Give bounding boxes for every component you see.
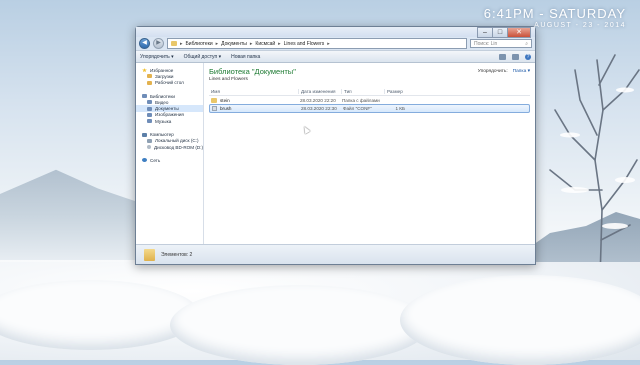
item-count: Элементов: 2	[161, 251, 193, 258]
column-name[interactable]: Имя	[209, 89, 298, 94]
toolbar-right: ?	[499, 53, 531, 60]
file-list-pane: Библиотека "Документы" Lines and Flowers…	[204, 63, 535, 245]
sidebar-item-label: Избранное	[150, 67, 174, 73]
sidebar-item-label: Дисковод BD-ROM (D:)	[154, 144, 203, 150]
file-name-cell: stein	[209, 97, 298, 103]
sidebar-item-label: Библиотеки	[150, 93, 175, 99]
mouse-cursor-icon	[301, 124, 311, 135]
background-mountain	[0, 169, 140, 260]
sidebar-item-desktop[interactable]: Рабочий стол	[136, 80, 203, 86]
file-size: 1 КБ	[395, 106, 405, 111]
file-name: stein	[220, 97, 230, 103]
new-folder-button[interactable]: Новая папка	[231, 54, 260, 60]
folder-icon	[171, 41, 177, 46]
back-button[interactable]: ◀	[139, 38, 150, 49]
sidebar-item-label: Изображения	[155, 112, 184, 118]
network-group: Сеть	[136, 157, 203, 163]
search-input[interactable]: Поиск: Lin ⌕	[470, 39, 532, 48]
snow-mound	[170, 285, 430, 365]
command-toolbar: Упорядочить ▾ Общий доступ ▾ Новая папка…	[136, 50, 535, 63]
favorites-group: Избранное Загрузки Рабочий стол	[136, 67, 203, 86]
chevron-right-icon: ▸	[327, 40, 330, 47]
disc-drive-icon	[147, 145, 152, 150]
breadcrumb-libraries[interactable]: Библиотеки	[186, 41, 213, 47]
title-bar[interactable]: – □ ✕	[136, 27, 535, 38]
file-date: 28.03.2020 22:20	[300, 97, 336, 103]
desktop-folder-icon	[147, 80, 152, 85]
view-options-icon[interactable]	[499, 53, 506, 60]
column-type[interactable]: Тип	[341, 88, 384, 94]
downloads-folder-icon	[147, 74, 152, 79]
window-controls: – □ ✕	[477, 27, 531, 38]
folder-icon	[144, 248, 155, 261]
column-headers: Имя Дата изменения Тип Размер	[209, 87, 530, 96]
status-bar: Элементов: 2	[136, 244, 535, 264]
file-name-cell: brush	[210, 106, 299, 111]
file-type: Папка с файлами	[342, 97, 380, 103]
sidebar-item-bd-rom[interactable]: Дисковод BD-ROM (D:)	[136, 144, 203, 150]
file-type: Файл "CONF"	[343, 106, 372, 111]
library-subtitle: Lines and Flowers	[209, 77, 248, 82]
search-placeholder: Поиск: Lin	[474, 40, 498, 47]
star-icon	[142, 68, 147, 73]
sidebar-item-label: Музыка	[155, 118, 172, 124]
preview-pane-icon[interactable]	[512, 53, 519, 60]
column-size[interactable]: Размер	[384, 88, 411, 94]
sidebar-item-music[interactable]: Музыка	[136, 118, 203, 124]
chevron-right-icon: ▸	[180, 40, 183, 47]
sidebar-item-label: Документы	[155, 106, 179, 112]
sidebar-item-label: Локальный диск (C:)	[155, 138, 199, 144]
chevron-right-icon: ▸	[278, 40, 281, 47]
breadcrumb-kismsai[interactable]: Кисмсай	[255, 41, 275, 47]
arrange-dropdown[interactable]: Папка ▾	[513, 69, 530, 74]
explorer-body: Избранное Загрузки Рабочий стол Библиоте…	[136, 63, 535, 245]
libraries-group: Библиотеки Видео Документы Изображения М…	[136, 93, 203, 124]
video-library-icon	[147, 100, 152, 105]
sidebar-item-label: Загрузки	[155, 73, 174, 79]
explorer-window: – □ ✕ ◀ ▶ ▸ Библиотеки ▸ Документы ▸ Кис…	[135, 26, 536, 265]
hard-drive-icon	[147, 138, 152, 143]
clock-time: 6:41PM - SATURDAY	[483, 6, 626, 21]
sidebar-item-label: Видео	[155, 99, 169, 105]
address-bar[interactable]: ▸ Библиотеки ▸ Документы ▸ Кисмсай ▸ Lin…	[167, 38, 467, 49]
computer-group: Компьютер Локальный диск (C:) Дисковод B…	[136, 131, 203, 150]
file-icon	[212, 106, 217, 111]
library-title: Библиотека "Документы"	[209, 67, 296, 76]
chevron-right-icon: ▸	[215, 40, 219, 47]
arrange-label: Упорядочить:	[477, 69, 508, 74]
computer-icon	[142, 132, 147, 137]
sidebar-item-network[interactable]: Сеть	[136, 157, 203, 163]
arrange-by: Упорядочить: Папка ▾	[478, 67, 530, 82]
library-header: Библиотека "Документы" Lines and Flowers…	[204, 63, 535, 84]
navigation-pane: Избранное Загрузки Рабочий стол Библиоте…	[136, 63, 204, 245]
breadcrumb-lines-and-flowers[interactable]: Lines and Flowers	[284, 41, 325, 47]
snowy-tree	[549, 54, 640, 280]
share-button[interactable]: Общий доступ ▾	[184, 54, 222, 60]
organize-button[interactable]: Упорядочить ▾	[140, 54, 174, 60]
pictures-library-icon	[147, 112, 152, 117]
music-library-icon	[147, 119, 152, 124]
library-icon	[142, 94, 147, 99]
sidebar-item-label: Компьютер	[150, 132, 174, 138]
file-date: 28.03.2020 22:30	[301, 106, 337, 111]
file-row-stein[interactable]: stein 28.03.2020 22:20 Папка с файлами	[209, 96, 530, 104]
file-row-brush[interactable]: brush 28.03.2020 22:30 Файл "CONF" 1 КБ	[209, 104, 530, 113]
close-button[interactable]: ✕	[507, 27, 531, 38]
breadcrumb-documents[interactable]: Документы	[221, 41, 247, 47]
sidebar-item-label: Сеть	[150, 157, 161, 163]
help-icon[interactable]: ?	[525, 53, 531, 60]
file-name: brush	[220, 106, 232, 111]
navigation-bar: ◀ ▶ ▸ Библиотеки ▸ Документы ▸ Кисмсай ▸…	[136, 37, 535, 50]
documents-library-icon	[147, 106, 152, 111]
sidebar-item-label: Рабочий стол	[155, 80, 184, 86]
chevron-right-icon: ▸	[249, 40, 253, 47]
minimize-button[interactable]: –	[477, 27, 493, 38]
maximize-button[interactable]: □	[492, 27, 508, 38]
search-icon: ⌕	[525, 40, 528, 47]
forward-button[interactable]: ▶	[153, 38, 164, 49]
network-icon	[142, 158, 147, 163]
column-date[interactable]: Дата изменения	[298, 88, 341, 94]
folder-icon	[211, 97, 217, 103]
